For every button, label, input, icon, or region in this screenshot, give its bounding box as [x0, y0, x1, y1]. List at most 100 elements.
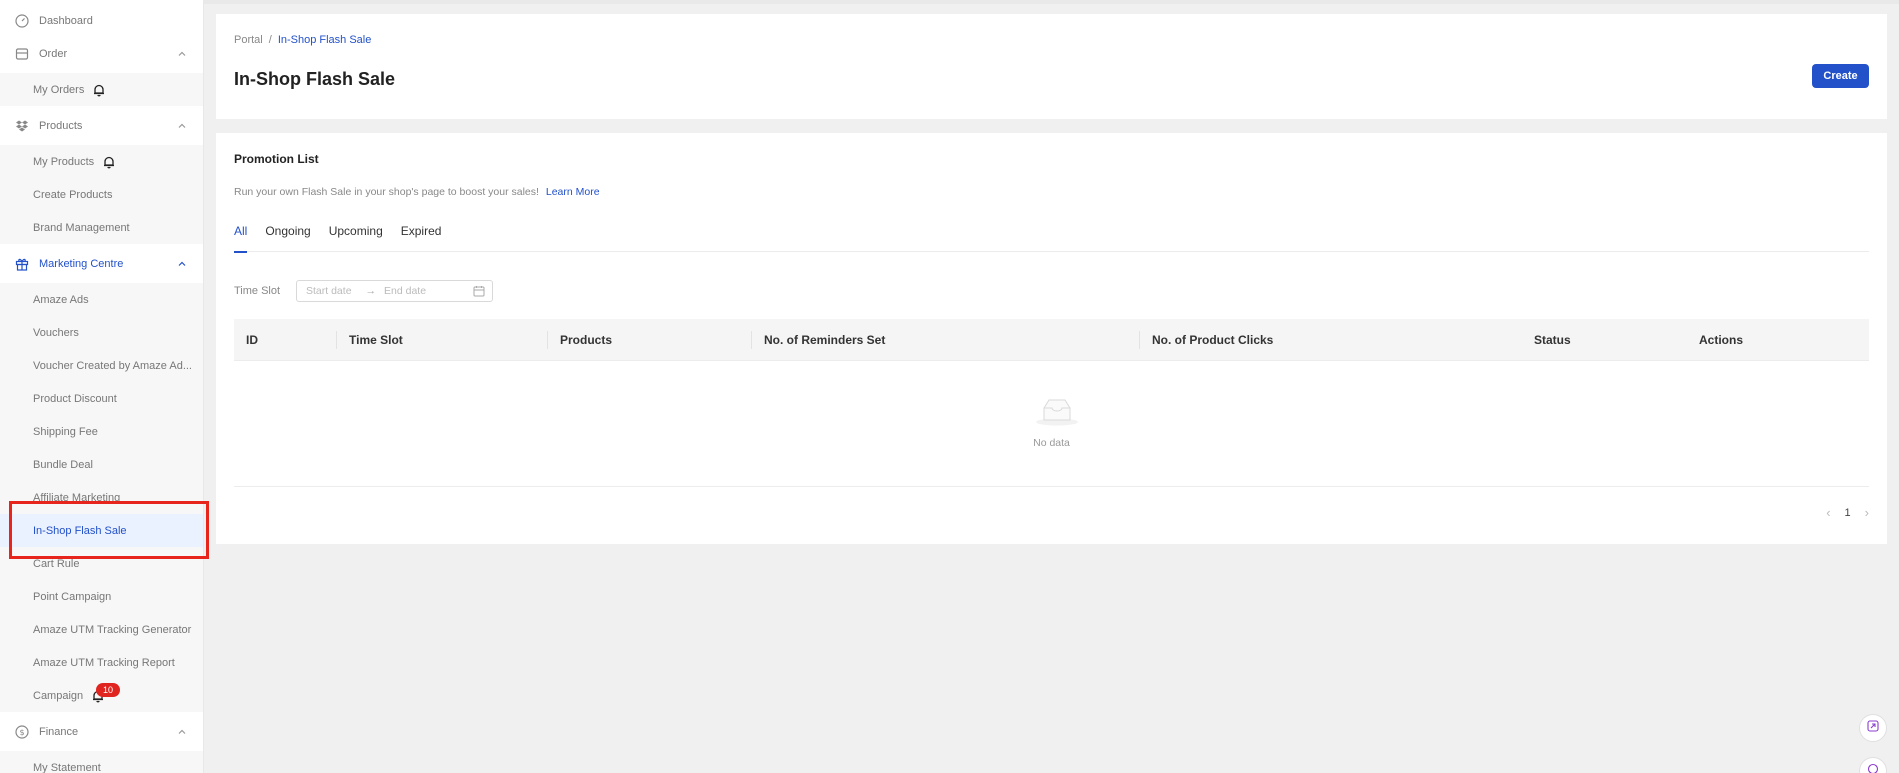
tab-all[interactable]: All: [234, 224, 248, 253]
time-slot-date-range[interactable]: Start date → End date: [296, 280, 493, 302]
sidebar-item-label: Affiliate Marketing: [33, 491, 121, 504]
sidebar: Dashboard Order My Orders Products My Pr…: [0, 0, 204, 773]
breadcrumb-current: In-Shop Flash Sale: [277, 34, 372, 46]
sidebar-item-vouchers[interactable]: Vouchers: [0, 316, 203, 349]
empty-state: No data: [234, 361, 1869, 487]
sidebar-item-voucher-created-by-amaze[interactable]: Voucher Created by Amaze Ad...: [0, 349, 203, 382]
sidebar-item-label: Amaze UTM Tracking Report: [33, 656, 175, 669]
sidebar-item-in-shop-flash-sale[interactable]: In-Shop Flash Sale: [0, 514, 203, 547]
dropbox-icon: [14, 118, 30, 134]
arrow-right-icon: →: [365, 285, 377, 297]
order-box-icon: [14, 46, 30, 62]
start-date-input[interactable]: Start date: [306, 285, 352, 297]
time-slot-label: Time Slot: [234, 285, 281, 297]
chevron-up-icon: [176, 48, 188, 60]
top-bar: [204, 0, 1899, 4]
breadcrumb: Portal / In-Shop Flash Sale: [234, 34, 371, 46]
column-time-slot: Time Slot: [349, 333, 403, 347]
sidebar-item-cart-rule[interactable]: Cart Rule: [0, 547, 203, 580]
svg-text:$: $: [19, 728, 24, 737]
bell-icon: [92, 83, 106, 97]
dollar-icon: $: [14, 724, 30, 740]
column-product-clicks: No. of Product Clicks: [1152, 333, 1274, 347]
chat-float-button[interactable]: [1859, 757, 1887, 773]
sidebar-group-order[interactable]: Order: [0, 39, 203, 69]
column-products: Products: [560, 333, 613, 347]
sidebar-item-label: Bundle Deal: [33, 458, 93, 471]
sidebar-group-label: Products: [39, 120, 83, 132]
sidebar-item-shipping-fee[interactable]: Shipping Fee: [0, 415, 203, 448]
sidebar-item-my-products[interactable]: My Products: [0, 145, 203, 178]
learn-more-link[interactable]: Learn More: [546, 186, 600, 198]
column-divider: [751, 331, 752, 349]
sidebar-group-label: Finance: [39, 726, 79, 738]
bell-icon: [102, 155, 116, 169]
sidebar-item-bundle-deal[interactable]: Bundle Deal: [0, 448, 203, 481]
calendar-icon: [473, 285, 485, 297]
end-date-input[interactable]: End date: [384, 285, 426, 297]
sidebar-item-utm-tracking-report[interactable]: Amaze UTM Tracking Report: [0, 646, 203, 679]
expand-icon: [1867, 719, 1879, 737]
sidebar-item-label: In-Shop Flash Sale: [33, 524, 127, 537]
description-text: Run your own Flash Sale in your shop's p…: [234, 186, 539, 198]
empty-text: No data: [1033, 437, 1070, 449]
gift-icon: [14, 256, 30, 272]
sidebar-item-my-statement[interactable]: My Statement: [0, 751, 203, 773]
page-number[interactable]: 1: [1845, 507, 1851, 519]
tab-upcoming[interactable]: Upcoming: [329, 224, 383, 252]
sidebar-item-label: Voucher Created by Amaze Ad...: [33, 359, 192, 372]
column-reminders-set: No. of Reminders Set: [764, 333, 886, 347]
sidebar-item-utm-tracking-generator[interactable]: Amaze UTM Tracking Generator: [0, 613, 203, 646]
sidebar-item-label: Amaze UTM Tracking Generator: [33, 623, 192, 636]
breadcrumb-separator: /: [268, 34, 272, 46]
create-button[interactable]: Create: [1812, 64, 1869, 88]
promotion-list-panel: Promotion List Run your own Flash Sale i…: [216, 133, 1887, 544]
sidebar-item-label: Product Discount: [33, 392, 117, 405]
chevron-up-icon: [176, 258, 188, 270]
column-divider: [1139, 331, 1140, 349]
sidebar-item-label: My Statement: [33, 761, 101, 773]
sidebar-item-product-discount[interactable]: Product Discount: [0, 382, 203, 415]
sidebar-item-label: Brand Management: [33, 221, 130, 234]
dashboard-icon: [14, 13, 30, 29]
sidebar-item-my-orders[interactable]: My Orders: [0, 73, 203, 106]
section-title: Promotion List: [234, 152, 319, 166]
sidebar-group-label: Marketing Centre: [39, 258, 124, 270]
breadcrumb-root[interactable]: Portal: [234, 34, 263, 46]
column-actions: Actions: [1699, 333, 1744, 347]
section-description: Run your own Flash Sale in your shop's p…: [234, 186, 600, 198]
sidebar-item-label: Dashboard: [39, 15, 93, 27]
empty-inbox-icon: [1034, 396, 1080, 426]
sidebar-item-amaze-ads[interactable]: Amaze Ads: [0, 283, 203, 316]
status-tabs: All Ongoing Upcoming Expired: [234, 224, 1869, 253]
sidebar-item-label: Vouchers: [33, 326, 79, 339]
sidebar-item-affiliate-marketing[interactable]: Affiliate Marketing: [0, 481, 203, 514]
sidebar-group-marketing-centre[interactable]: Marketing Centre: [0, 249, 203, 279]
chevron-left-icon[interactable]: ‹: [1826, 505, 1830, 520]
sidebar-group-label: Order: [39, 48, 68, 60]
chat-icon: [1867, 762, 1879, 773]
sidebar-item-label: Campaign: [33, 689, 84, 702]
chevron-up-icon: [176, 120, 188, 132]
sidebar-item-label: Point Campaign: [33, 590, 112, 603]
column-status: Status: [1534, 333, 1571, 347]
sidebar-item-create-products[interactable]: Create Products: [0, 178, 203, 211]
sidebar-item-label: Shipping Fee: [33, 425, 98, 438]
chevron-up-icon: [176, 726, 188, 738]
chevron-right-icon[interactable]: ›: [1865, 505, 1869, 520]
tab-ongoing[interactable]: Ongoing: [265, 224, 310, 252]
sidebar-item-point-campaign[interactable]: Point Campaign: [0, 580, 203, 613]
sidebar-item-dashboard[interactable]: Dashboard: [0, 6, 203, 36]
pagination: ‹ 1 ›: [1826, 505, 1869, 520]
page-header: Portal / In-Shop Flash Sale In-Shop Flas…: [216, 14, 1887, 119]
sidebar-item-label: Create Products: [33, 188, 113, 201]
page-title: In-Shop Flash Sale: [234, 69, 396, 89]
column-id: ID: [246, 333, 258, 347]
sidebar-item-label: My Orders: [33, 83, 85, 96]
sidebar-group-finance[interactable]: $ Finance: [0, 717, 203, 747]
tab-expired[interactable]: Expired: [401, 224, 442, 252]
sidebar-group-products[interactable]: Products: [0, 111, 203, 141]
assistant-float-button[interactable]: [1859, 714, 1887, 742]
sidebar-item-label: Amaze Ads: [33, 293, 89, 306]
sidebar-item-brand-management[interactable]: Brand Management: [0, 211, 203, 244]
